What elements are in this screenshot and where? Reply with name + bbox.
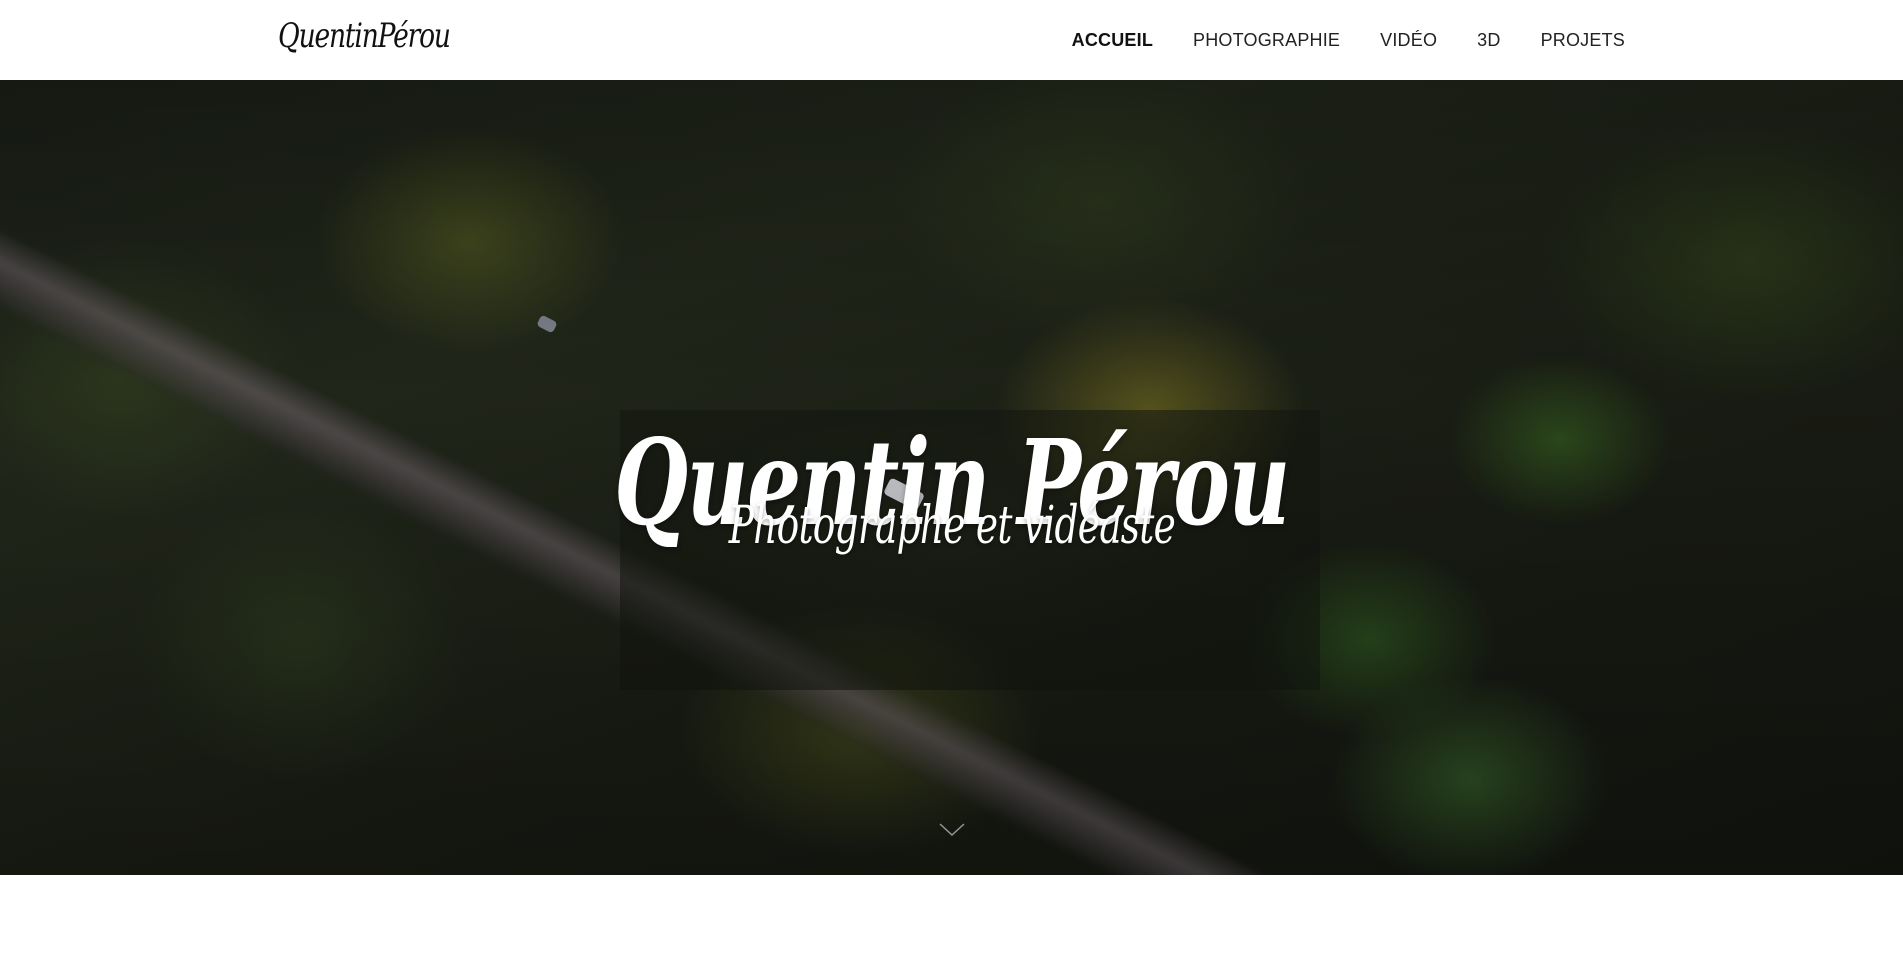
nav-item-accueil[interactable]: ACCUEIL [1072, 30, 1153, 51]
nav-item-photographie[interactable]: PHOTOGRAPHIE [1193, 30, 1340, 51]
hero-section: Quentin Pérou Photographe et vidéaste [0, 80, 1903, 875]
hero-subtitle: Photographe et vidéaste [0, 500, 1903, 552]
nav-item-3d[interactable]: 3D [1477, 30, 1500, 51]
main-nav: ACCUEIL PHOTOGRAPHIE VIDÉO 3D PROJETS [1072, 0, 1625, 80]
site-logo[interactable]: QuentinPérou [278, 16, 451, 56]
site-header: QuentinPérou ACCUEIL PHOTOGRAPHIE VIDÉO … [0, 0, 1903, 80]
hero-subtitle-text: Photographe et vidéaste [728, 496, 1175, 556]
nav-item-projets[interactable]: PROJETS [1541, 30, 1625, 51]
nav-item-video[interactable]: VIDÉO [1380, 30, 1437, 51]
chevron-down-icon-graphic [939, 823, 965, 837]
chevron-down-icon[interactable] [938, 820, 966, 840]
